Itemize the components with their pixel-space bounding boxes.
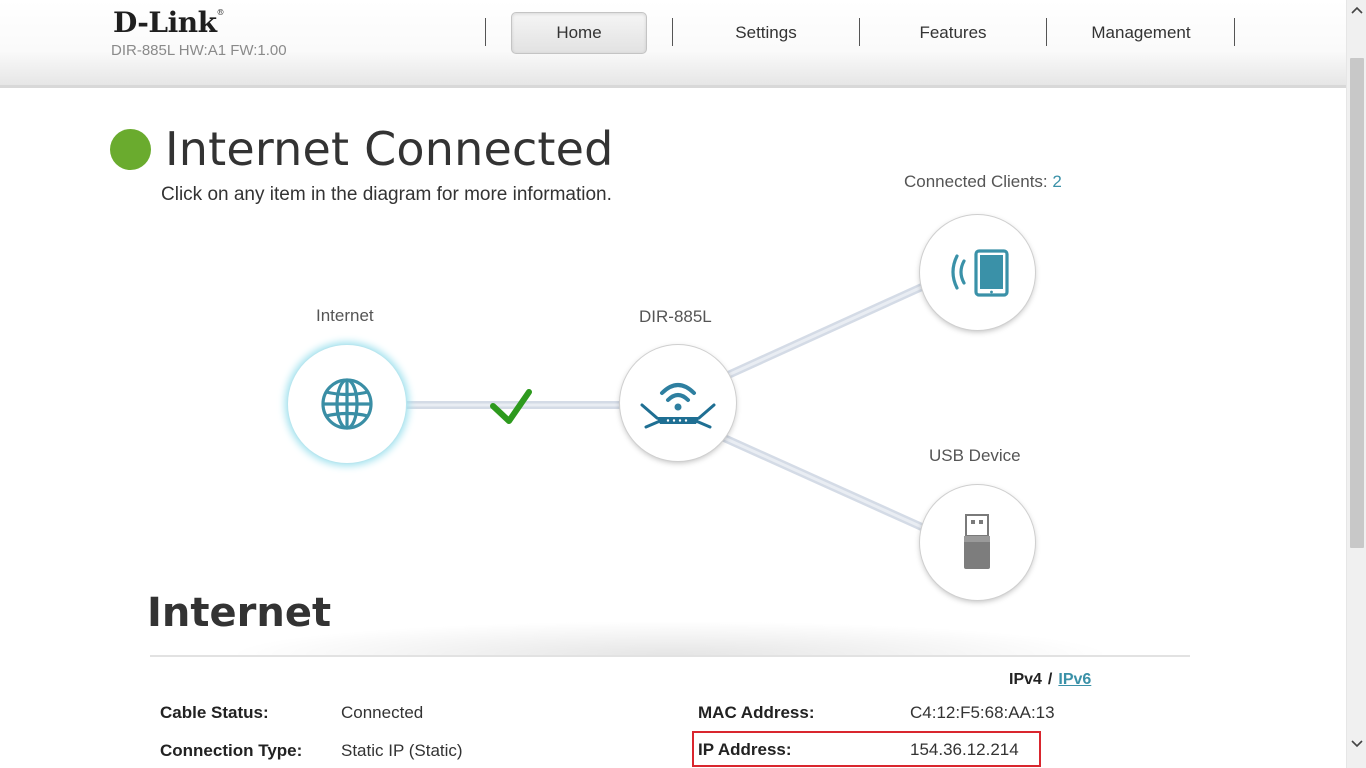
page-title: Internet Connected: [165, 122, 614, 176]
mac-address-label: MAC Address:: [698, 703, 815, 722]
connected-clients-label: Connected Clients: 2: [904, 172, 1062, 191]
diagram-hint: Click on any item in the diagram for mor…: [161, 184, 612, 205]
section-divider: [150, 615, 1190, 657]
usb-device-label: USB Device: [929, 446, 1021, 465]
globe-icon: [321, 378, 373, 430]
mac-address-value: C4:12:F5:68:AA:13: [910, 703, 1055, 722]
router-node-label: DIR-885L: [639, 307, 712, 326]
connected-clients-node[interactable]: [920, 215, 1035, 330]
nav-divider: [1234, 18, 1235, 46]
router-node[interactable]: [620, 345, 736, 461]
nav-divider: [1046, 18, 1047, 46]
ip-address-value: 154.36.12.214: [910, 740, 1019, 759]
nav-divider: [672, 18, 673, 46]
connection-type-value: Static IP (Static): [341, 741, 463, 760]
nav-tab-settings[interactable]: Settings: [698, 12, 834, 54]
router-clients-link: [724, 282, 926, 380]
dlink-logo: D-Link®: [113, 6, 225, 39]
nav-divider: [485, 18, 486, 46]
nav-divider: [859, 18, 860, 46]
ip-address-label: IP Address:: [698, 740, 792, 759]
nav-tab-features[interactable]: Features: [885, 12, 1021, 54]
scroll-up-icon[interactable]: [1347, 0, 1366, 20]
mobile-device-wireless-icon: [951, 249, 1009, 297]
usb-drive-icon: [964, 514, 990, 569]
router-usb-link: [720, 433, 926, 532]
top-header: D-Link® DIR-885L HW:A1 FW:1.00 Home Sett…: [0, 0, 1346, 88]
ipv4-label: IPv4: [1009, 671, 1042, 688]
registered-mark: ®: [216, 8, 225, 17]
nav-tab-management[interactable]: Management: [1073, 12, 1209, 54]
connected-status-indicator: [110, 129, 151, 170]
nav-tab-home[interactable]: Home: [511, 12, 647, 54]
internet-node[interactable]: [288, 345, 406, 463]
usb-device-node[interactable]: [920, 485, 1035, 600]
vertical-scrollbar[interactable]: [1346, 0, 1366, 768]
ip-version-toggle: IPv4 / IPv6: [1009, 671, 1091, 689]
ipv6-link[interactable]: IPv6: [1058, 671, 1091, 688]
cable-status-label: Cable Status:: [160, 703, 269, 722]
ip-version-separator: /: [1047, 671, 1053, 688]
link-ok-check-icon: [490, 389, 532, 424]
internet-node-label: Internet: [316, 306, 374, 325]
connected-clients-count: 2: [1052, 172, 1062, 191]
scroll-down-icon[interactable]: [1347, 734, 1366, 754]
cable-status-value: Connected: [341, 703, 424, 722]
scrollbar-thumb[interactable]: [1350, 58, 1364, 548]
connection-type-label: Connection Type:: [160, 741, 303, 760]
router-icon: [640, 383, 716, 429]
model-info: DIR-885L HW:A1 FW:1.00: [111, 42, 287, 59]
